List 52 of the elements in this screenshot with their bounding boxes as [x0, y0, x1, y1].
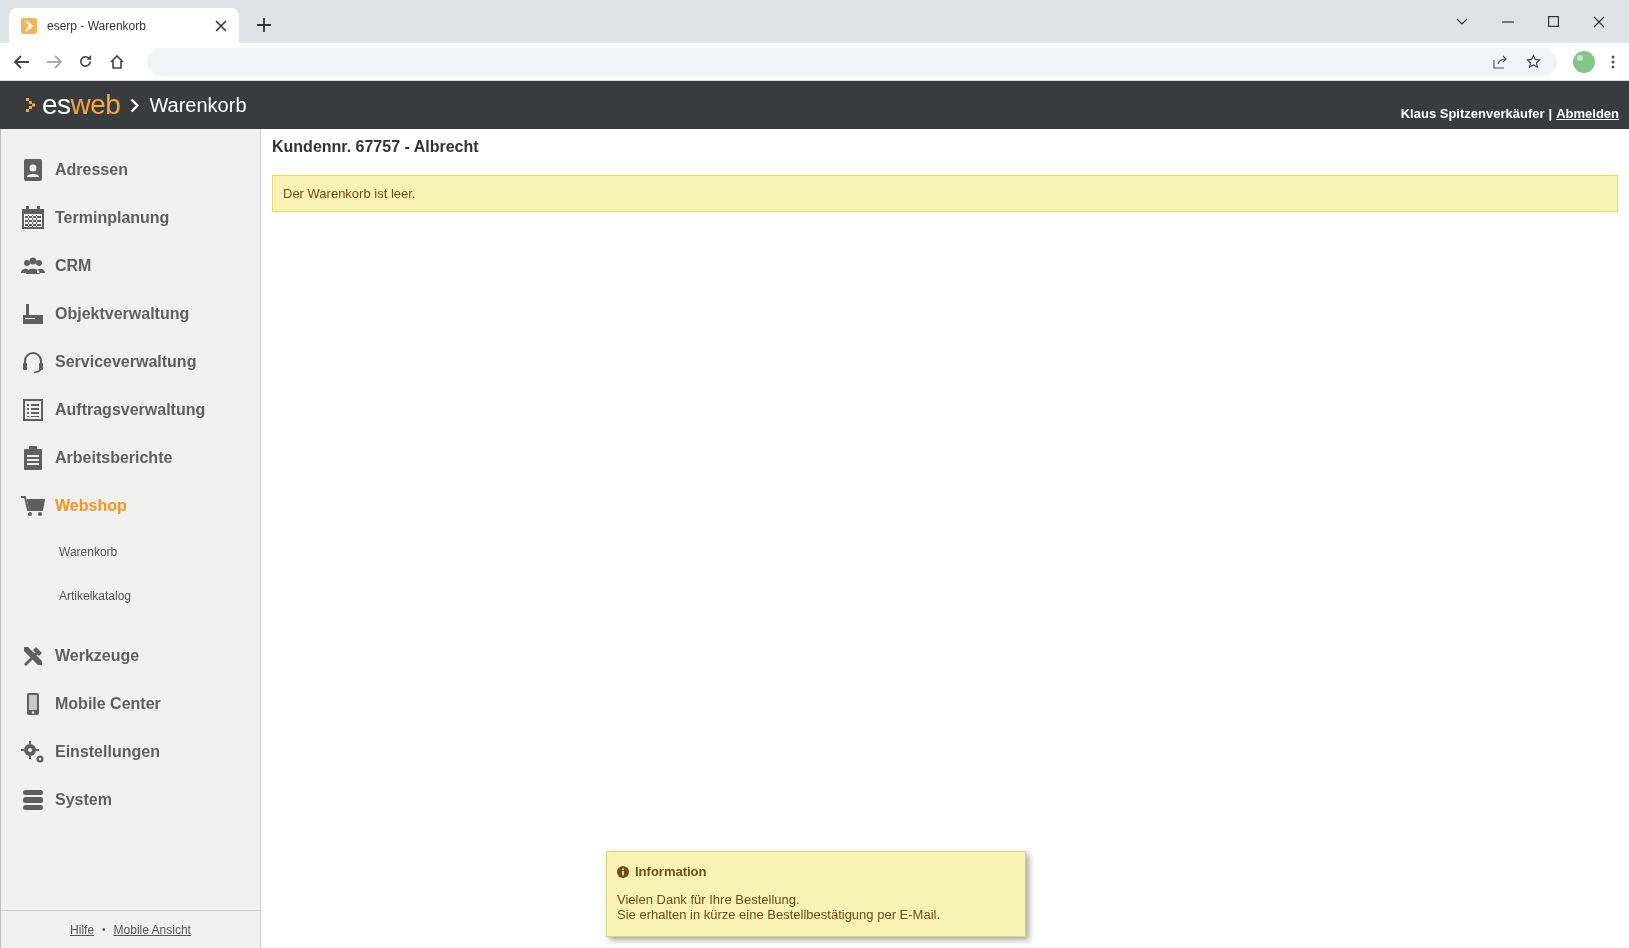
nav-item[interactable]: Arbeitsberichte: [1, 434, 260, 482]
nav-item[interactable]: Adressen: [1, 146, 260, 194]
nav-item[interactable]: Terminplanung: [1, 194, 260, 242]
info-icon: [617, 865, 629, 878]
browser-tab[interactable]: eserp - Warenkorb: [9, 8, 239, 43]
submenu-item[interactable]: Artikelkatalog: [1, 574, 260, 618]
logo-icon: [26, 97, 36, 113]
nav-item[interactable]: Auftragsverwaltung: [1, 386, 260, 434]
share-icon[interactable]: [1493, 54, 1508, 69]
logo-text: esweb: [42, 89, 121, 121]
nav-item[interactable]: System: [1, 776, 260, 824]
maximize-icon[interactable]: [1548, 16, 1559, 27]
separator-text: •: [102, 924, 106, 935]
close-icon[interactable]: [215, 19, 227, 32]
customer-title: Kundennr. 67757 - Albrecht: [272, 138, 480, 156]
back-icon[interactable]: [14, 54, 30, 69]
nav-item[interactable]: Objektverwaltung: [1, 290, 260, 338]
new-tab-icon[interactable]: [257, 18, 271, 32]
reload-icon[interactable]: [78, 54, 93, 69]
chevron-right-icon: [130, 97, 140, 113]
mobile-view-link[interactable]: Mobile Ansicht: [113, 922, 191, 937]
toast-title: Information: [635, 864, 707, 879]
favicon-icon: [21, 17, 37, 34]
server-icon: [21, 788, 45, 812]
tools-icon: [21, 644, 45, 668]
nav-item[interactable]: Einstellungen: [1, 728, 260, 776]
toast-message: Vielen Dank für Ihre Bestellung.: [617, 892, 801, 907]
nav-item[interactable]: Werkzeuge: [1, 632, 260, 680]
headset-icon: [21, 350, 45, 374]
logout-link[interactable]: Abmelden: [1556, 106, 1619, 121]
calendar-icon: [21, 206, 45, 230]
close-icon[interactable]: [1593, 15, 1605, 28]
nav-item[interactable]: CRM: [1, 242, 260, 290]
list-icon: [21, 398, 45, 422]
page-title: Warenkorb: [149, 93, 247, 117]
home-icon[interactable]: [109, 53, 125, 70]
tab-title: eserp - Warenkorb: [47, 18, 147, 33]
nav-item[interactable]: Mobile Center: [1, 680, 260, 728]
user-name: Klaus Spitzenverkäufer: [1400, 106, 1545, 121]
clipboard-icon: [21, 446, 45, 470]
minimize-icon[interactable]: [1502, 20, 1514, 23]
submenu-item[interactable]: Warenkorb: [1, 530, 260, 574]
toast-message: Sie erhalten in kürze eine Bestellbestätigung per E-Mail.: [617, 907, 941, 922]
separator-text: |: [1548, 106, 1553, 121]
star-icon[interactable]: [1526, 54, 1541, 69]
cart-icon: [21, 494, 45, 518]
empty-cart-notice: Der Warenkorb ist leer.: [272, 175, 1618, 212]
chevron-down-icon[interactable]: [1456, 17, 1468, 26]
menu-icon[interactable]: [1611, 54, 1615, 69]
address-book-icon: [21, 158, 45, 182]
help-link[interactable]: Hilfe: [70, 922, 95, 937]
nav-item[interactable]: Serviceverwaltung: [1, 338, 260, 386]
